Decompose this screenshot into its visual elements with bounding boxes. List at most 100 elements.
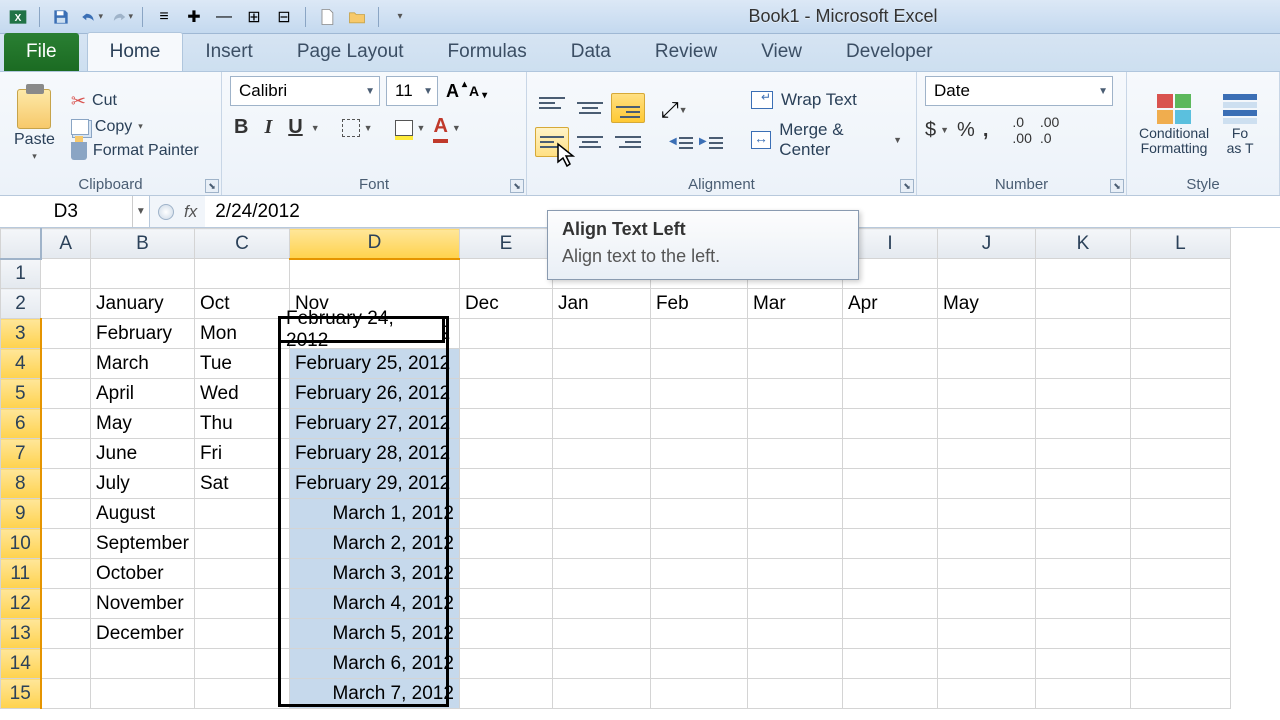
cell[interactable] xyxy=(650,439,747,469)
cell[interactable] xyxy=(459,619,552,649)
chevron-down-icon[interactable]: ▼ xyxy=(132,196,149,227)
cell[interactable] xyxy=(41,649,91,679)
row-header[interactable]: 2 xyxy=(1,289,41,319)
percent-format-button[interactable]: % xyxy=(957,119,975,142)
cell[interactable]: March xyxy=(91,349,195,379)
cell[interactable] xyxy=(842,589,937,619)
qat-custom-icon[interactable]: ⊞ xyxy=(242,5,266,29)
cell[interactable]: February 27, 2012 xyxy=(289,409,459,439)
cell[interactable] xyxy=(552,319,650,349)
undo-icon[interactable]: ▾ xyxy=(79,5,103,29)
cell[interactable] xyxy=(1130,349,1230,379)
cell[interactable] xyxy=(1130,289,1230,319)
cell[interactable]: July xyxy=(91,469,195,499)
number-format-combo[interactable]: Date▼ xyxy=(925,76,1113,106)
cell[interactable] xyxy=(91,679,195,709)
cell[interactable] xyxy=(1035,289,1130,319)
cell[interactable] xyxy=(552,379,650,409)
cell[interactable] xyxy=(1130,619,1230,649)
cell[interactable]: Tue xyxy=(194,349,289,379)
cell[interactable] xyxy=(1130,409,1230,439)
cell[interactable] xyxy=(1035,409,1130,439)
cell[interactable]: February xyxy=(91,319,195,349)
row-header[interactable]: 8 xyxy=(1,469,41,499)
cell[interactable] xyxy=(842,439,937,469)
align-bottom-button[interactable] xyxy=(611,93,645,123)
cell[interactable] xyxy=(937,409,1035,439)
cell[interactable] xyxy=(1035,649,1130,679)
cell[interactable] xyxy=(937,649,1035,679)
align-middle-button[interactable] xyxy=(573,93,607,123)
font-color-button[interactable]: A xyxy=(433,115,447,140)
qat-customize-icon[interactable]: ▾ xyxy=(388,5,412,29)
cell[interactable]: Dec xyxy=(459,289,552,319)
cell[interactable] xyxy=(842,379,937,409)
cell[interactable] xyxy=(747,619,842,649)
cell[interactable] xyxy=(937,469,1035,499)
cell[interactable]: Fri xyxy=(194,439,289,469)
cell[interactable] xyxy=(937,589,1035,619)
cell[interactable] xyxy=(91,259,195,289)
cell[interactable] xyxy=(194,649,289,679)
cell[interactable] xyxy=(747,529,842,559)
cell[interactable] xyxy=(552,649,650,679)
format-as-table-button[interactable]: Fo as T xyxy=(1219,90,1261,161)
cell[interactable] xyxy=(1130,589,1230,619)
cell[interactable] xyxy=(41,379,91,409)
cell[interactable] xyxy=(552,679,650,709)
cell[interactable] xyxy=(459,439,552,469)
cell[interactable] xyxy=(650,529,747,559)
cell[interactable] xyxy=(1035,319,1130,349)
cell[interactable]: December xyxy=(91,619,195,649)
dialog-launcher-icon[interactable]: ⬊ xyxy=(1110,179,1124,193)
cell[interactable] xyxy=(41,469,91,499)
accounting-format-button[interactable]: $ xyxy=(925,119,936,142)
cell[interactable]: March 2, 2012 xyxy=(289,529,459,559)
row-header[interactable]: 5 xyxy=(1,379,41,409)
cell[interactable]: May xyxy=(937,289,1035,319)
cell[interactable] xyxy=(289,259,459,289)
cell[interactable] xyxy=(650,559,747,589)
tab-file[interactable]: File xyxy=(4,33,79,71)
cell[interactable]: February 25, 2012 xyxy=(289,349,459,379)
cell[interactable]: Mon xyxy=(194,319,289,349)
cell[interactable] xyxy=(552,409,650,439)
orientation-button[interactable]: ⤢ xyxy=(661,97,679,123)
cell[interactable] xyxy=(552,559,650,589)
cell[interactable] xyxy=(1035,589,1130,619)
cell[interactable] xyxy=(937,499,1035,529)
decrease-decimal-button[interactable]: .00.0 xyxy=(1040,114,1059,146)
cell[interactable] xyxy=(459,649,552,679)
align-top-button[interactable] xyxy=(535,93,569,123)
cell[interactable]: March 4, 2012 xyxy=(289,589,459,619)
cell[interactable] xyxy=(1130,439,1230,469)
cell[interactable] xyxy=(1130,319,1230,349)
underline-button[interactable]: U xyxy=(284,114,306,141)
cell[interactable] xyxy=(1035,349,1130,379)
cell[interactable] xyxy=(1035,469,1130,499)
comma-format-button[interactable]: , xyxy=(983,119,989,142)
cell[interactable] xyxy=(552,589,650,619)
cell[interactable] xyxy=(194,529,289,559)
row-header[interactable]: 4 xyxy=(1,349,41,379)
cell[interactable] xyxy=(459,589,552,619)
tab-developer[interactable]: Developer xyxy=(824,33,955,71)
copy-button[interactable]: Copy▾ xyxy=(67,117,203,137)
cell[interactable]: September xyxy=(91,529,195,559)
select-all-corner[interactable] xyxy=(1,229,41,259)
cell[interactable]: Wed xyxy=(194,379,289,409)
tab-page-layout[interactable]: Page Layout xyxy=(275,33,426,71)
column-header[interactable]: C xyxy=(194,229,289,259)
cell[interactable] xyxy=(842,679,937,709)
align-left-button[interactable] xyxy=(535,127,569,157)
cell[interactable] xyxy=(459,499,552,529)
italic-button[interactable]: I xyxy=(260,114,276,141)
cell[interactable] xyxy=(650,469,747,499)
cell[interactable] xyxy=(1130,679,1230,709)
cell[interactable] xyxy=(41,439,91,469)
cell[interactable]: February 29, 2012 xyxy=(289,469,459,499)
tab-insert[interactable]: Insert xyxy=(183,33,275,71)
cell[interactable] xyxy=(41,349,91,379)
redo-icon[interactable]: ▾ xyxy=(109,5,133,29)
chevron-down-icon[interactable]: ▼ xyxy=(417,123,426,133)
